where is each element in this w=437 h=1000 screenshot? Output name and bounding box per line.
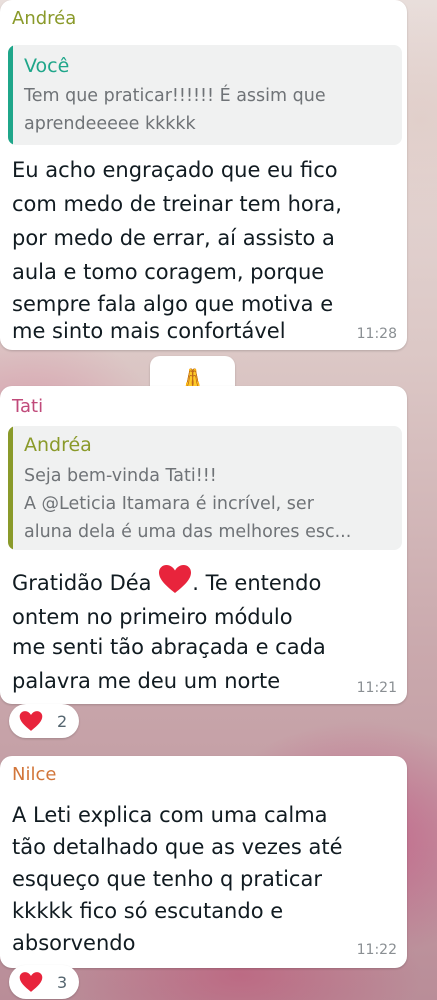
reaction-badge[interactable]: 2 — [9, 704, 79, 738]
reaction-count: 2 — [57, 712, 68, 731]
sender-name[interactable]: Andréa — [12, 8, 76, 29]
message-text-part: . Te entendo — [192, 571, 322, 595]
quote-text-line: A @Leticia Itamara é incrível, ser — [24, 494, 314, 514]
message-bubble-andrea[interactable]: Andréa Você Tem que praticar!!!!!! É ass… — [0, 0, 407, 350]
quote-text-line: aprendeeeee kkkkk — [24, 114, 196, 134]
quoted-message[interactable]: Andréa Seja bem-vinda Tati!!! A @Leticia… — [8, 426, 402, 550]
message-text-line: com medo de treinar tem hora, — [12, 192, 342, 216]
message-text-line: kkkkk fico só escutando e — [12, 899, 284, 923]
sender-name[interactable]: Nilce — [12, 764, 56, 785]
quote-bar — [8, 426, 13, 550]
quote-text-line: aluna dela é uma das melhores esc... — [24, 522, 352, 542]
message-text-line: Eu acho engraçado que eu fico — [12, 158, 338, 182]
message-text-line: me sinto mais confortável — [12, 319, 286, 343]
message-text-line: absorvendo — [12, 931, 136, 955]
message-text-line: esqueço que tenho q praticar — [12, 867, 322, 891]
heart-icon — [19, 710, 43, 736]
message-text-line: aula e tomo coragem, porque — [12, 260, 325, 284]
quote-text-line: Seja bem-vinda Tati!!! — [24, 466, 217, 486]
message-text-line: tão detalhado que as vezes até — [12, 835, 343, 859]
sender-name[interactable]: Tati — [12, 396, 43, 417]
message-text-line: A Leti explica com uma calma — [12, 803, 328, 827]
quote-sender: Você — [24, 55, 70, 77]
message-text-line: palavra me deu um norte — [12, 669, 281, 693]
reaction-badge[interactable]: 3 — [9, 965, 79, 999]
quote-sender: Andréa — [24, 434, 92, 456]
message-text-part: Gratidão Déa — [12, 571, 152, 595]
message-time: 11:21 — [356, 680, 397, 696]
message-text-line: Gratidão Déa . Te entendo — [12, 564, 321, 604]
quote-bar — [8, 45, 13, 145]
message-text-line: me senti tão abraçada e cada — [12, 635, 326, 659]
heart-icon — [158, 564, 192, 604]
message-time: 11:28 — [356, 326, 397, 342]
message-bubble-nilce[interactable]: Nilce A Leti explica com uma calma tão d… — [0, 756, 407, 968]
message-time: 11:22 — [356, 942, 397, 958]
heart-icon — [19, 971, 43, 997]
reaction-count: 3 — [57, 973, 68, 992]
quoted-message[interactable]: Você Tem que praticar!!!!!! É assim que … — [8, 45, 402, 145]
message-text-line: por medo de errar, aí assisto a — [12, 226, 335, 250]
message-bubble-tati[interactable]: Tati Andréa Seja bem-vinda Tati!!! A @Le… — [0, 386, 407, 704]
message-text-line: ontem no primeiro módulo — [12, 605, 293, 629]
quote-text-line: Tem que praticar!!!!!! É assim que — [24, 86, 326, 106]
